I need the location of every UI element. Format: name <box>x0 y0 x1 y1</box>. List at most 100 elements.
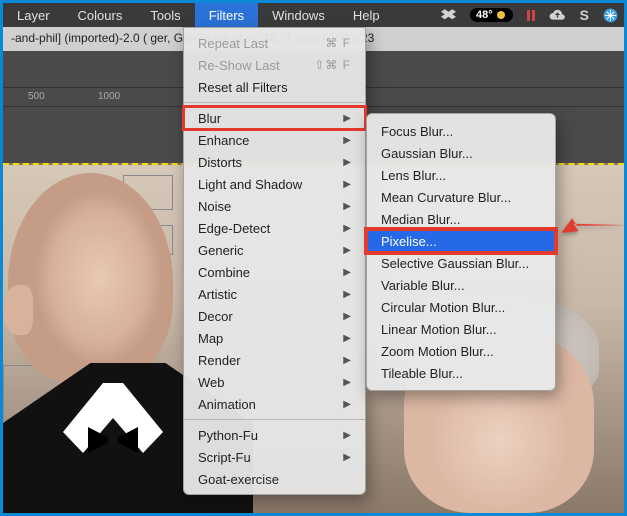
menu-item-python-fu[interactable]: Python-Fu ▶ <box>184 424 365 446</box>
temperature-value: 48° <box>476 9 493 21</box>
menu-label: Generic <box>198 243 244 258</box>
menubar-tray: 48° S <box>441 3 618 27</box>
menu-label: Map <box>198 331 223 346</box>
submenu-item-tileable-blur[interactable]: Tileable Blur... <box>367 362 555 384</box>
menu-item-reshow-last[interactable]: Re-Show Last ⇧⌘ F <box>184 54 365 76</box>
menu-item-animation[interactable]: Animation▶ <box>184 393 365 415</box>
menu-label: Zoom Motion Blur... <box>381 344 494 359</box>
chevron-right-icon: ▶ <box>343 311 351 322</box>
menu-item-artistic[interactable]: Artistic▶ <box>184 283 365 305</box>
menu-windows[interactable]: Windows <box>258 3 339 27</box>
menu-label: Goat-exercise <box>198 472 279 487</box>
menu-label: Light and Shadow <box>198 177 302 192</box>
menu-item-goat-exercise[interactable]: Goat-exercise <box>184 468 365 490</box>
letter-s-icon[interactable]: S <box>580 7 589 23</box>
submenu-item-median-blur[interactable]: Median Blur... <box>367 208 555 230</box>
cloud-upload-icon[interactable] <box>549 9 566 21</box>
menu-label: Variable Blur... <box>381 278 465 293</box>
menu-label: Re-Show Last <box>198 58 280 73</box>
submenu-item-variable-blur[interactable]: Variable Blur... <box>367 274 555 296</box>
menu-label: Reset all Filters <box>198 80 288 95</box>
chevron-right-icon: ▶ <box>343 267 351 278</box>
menu-label: Python-Fu <box>198 428 258 443</box>
menu-label: Combine <box>198 265 250 280</box>
menu-item-render[interactable]: Render▶ <box>184 349 365 371</box>
temperature-pill[interactable]: 48° <box>470 8 513 22</box>
menu-shortcut: ⇧⌘ F <box>314 58 351 72</box>
pause-icon[interactable] <box>527 10 535 21</box>
chevron-right-icon: ▶ <box>343 113 351 124</box>
chevron-right-icon: ▶ <box>343 135 351 146</box>
menu-item-reset-filters[interactable]: Reset all Filters <box>184 76 365 98</box>
submenu-item-selective-gaussian-blur[interactable]: Selective Gaussian Blur... <box>367 252 555 274</box>
menu-label: Pixelise... <box>381 234 437 249</box>
menu-label: Mean Curvature Blur... <box>381 190 511 205</box>
menu-label: Enhance <box>198 133 249 148</box>
menu-label: Lens Blur... <box>381 168 446 183</box>
menu-label: Decor <box>198 309 233 324</box>
submenu-item-lens-blur[interactable]: Lens Blur... <box>367 164 555 186</box>
menu-separator <box>184 102 365 103</box>
menu-item-map[interactable]: Map ▶ <box>184 327 365 349</box>
menu-layer[interactable]: Layer <box>3 3 64 27</box>
menu-item-noise[interactable]: Noise ▶ <box>184 195 365 217</box>
blur-submenu-panel: Focus Blur... Gaussian Blur... Lens Blur… <box>366 113 556 391</box>
menu-item-generic[interactable]: Generic▶ <box>184 239 365 261</box>
menu-item-light-shadow[interactable]: Light and Shadow ▶ <box>184 173 365 195</box>
menu-label: Script-Fu <box>198 450 251 465</box>
submenu-item-mean-curvature-blur[interactable]: Mean Curvature Blur... <box>367 186 555 208</box>
menu-label: Edge-Detect <box>198 221 270 236</box>
chevron-right-icon: ▶ <box>343 377 351 388</box>
menu-label: Selective Gaussian Blur... <box>381 256 529 271</box>
menu-label: Distorts <box>198 155 242 170</box>
menu-filters[interactable]: Filters <box>195 3 258 27</box>
menu-item-web[interactable]: Web ▶ <box>184 371 365 393</box>
menu-label: Noise <box>198 199 231 214</box>
menu-item-repeat-last[interactable]: Repeat Last ⌘ F <box>184 32 365 54</box>
menu-item-blur[interactable]: Blur ▶ <box>184 107 365 129</box>
menu-item-enhance[interactable]: Enhance ▶ <box>184 129 365 151</box>
chevron-right-icon: ▶ <box>343 355 351 366</box>
chevron-right-icon: ▶ <box>343 289 351 300</box>
menu-label: Median Blur... <box>381 212 461 227</box>
submenu-item-linear-motion-blur[interactable]: Linear Motion Blur... <box>367 318 555 340</box>
submenu-item-pixelise[interactable]: Pixelise... <box>367 230 555 252</box>
dropbox-icon[interactable] <box>441 9 456 22</box>
chevron-right-icon: ▶ <box>343 223 351 234</box>
menu-label: Tileable Blur... <box>381 366 463 381</box>
person-face <box>8 173 173 383</box>
menu-item-decor[interactable]: Decor ▶ <box>184 305 365 327</box>
person-ear <box>3 285 33 335</box>
menu-shortcut: ⌘ F <box>325 36 351 50</box>
menu-label: Focus Blur... <box>381 124 453 139</box>
submenu-item-circular-motion-blur[interactable]: Circular Motion Blur... <box>367 296 555 318</box>
chevron-right-icon: ▶ <box>343 157 351 168</box>
filters-menu-panel: Repeat Last ⌘ F Re-Show Last ⇧⌘ F Reset … <box>183 27 366 495</box>
ruler-tick: 1000 <box>98 91 120 102</box>
menu-label: Linear Motion Blur... <box>381 322 497 337</box>
menu-label: Blur <box>198 111 221 126</box>
menu-item-combine[interactable]: Combine ▶ <box>184 261 365 283</box>
menu-tools[interactable]: Tools <box>136 3 194 27</box>
menu-item-distorts[interactable]: Distorts ▶ <box>184 151 365 173</box>
snowflake-icon[interactable] <box>603 8 618 23</box>
menu-label: Repeat Last <box>198 36 268 51</box>
chevron-right-icon: ▶ <box>343 430 351 441</box>
menu-separator <box>184 419 365 420</box>
menu-help[interactable]: Help <box>339 3 394 27</box>
submenu-item-gaussian-blur[interactable]: Gaussian Blur... <box>367 142 555 164</box>
menu-item-edge-detect[interactable]: Edge-Detect ▶ <box>184 217 365 239</box>
submenu-item-focus-blur[interactable]: Focus Blur... <box>367 120 555 142</box>
chevron-right-icon: ▶ <box>343 333 351 344</box>
submenu-item-zoom-motion-blur[interactable]: Zoom Motion Blur... <box>367 340 555 362</box>
menubar: Layer Colours Tools Filters Windows Help… <box>3 3 624 27</box>
menu-label: Web <box>198 375 225 390</box>
chevron-right-icon: ▶ <box>343 452 351 463</box>
ruler-tick: 500 <box>28 91 45 102</box>
menu-label: Circular Motion Blur... <box>381 300 505 315</box>
chevron-right-icon: ▶ <box>343 179 351 190</box>
menu-item-script-fu[interactable]: Script-Fu ▶ <box>184 446 365 468</box>
chevron-right-icon: ▶ <box>343 201 351 212</box>
chevron-right-icon: ▶ <box>343 399 351 410</box>
menu-colours[interactable]: Colours <box>64 3 137 27</box>
